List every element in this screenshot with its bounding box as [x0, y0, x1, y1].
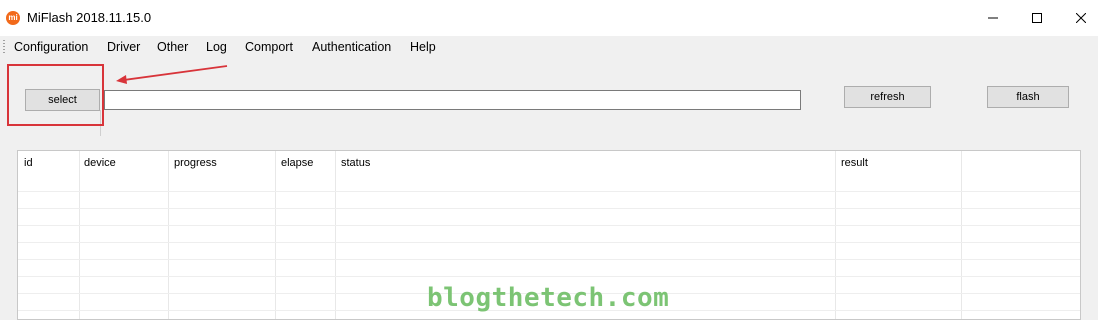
window-title: MiFlash 2018.11.15.0: [27, 10, 152, 25]
grid-column-divider: [168, 151, 169, 319]
flash-button[interactable]: flash: [987, 86, 1069, 108]
column-header-device[interactable]: device: [84, 157, 116, 169]
app-logo-icon: mi: [6, 11, 20, 25]
close-icon[interactable]: [1058, 0, 1098, 36]
table-row: [18, 259, 1080, 260]
menu-log[interactable]: Log: [206, 40, 227, 54]
column-header-id[interactable]: id: [24, 157, 33, 169]
column-header-result[interactable]: result: [841, 157, 868, 169]
table-row: [18, 208, 1080, 209]
menu-other[interactable]: Other: [157, 40, 188, 54]
annotation-arrow-icon: [116, 65, 228, 84]
menu-authentication[interactable]: Authentication: [312, 40, 391, 54]
title-bar: mi MiFlash 2018.11.15.0: [0, 0, 1098, 37]
table-row: [18, 242, 1080, 243]
maximize-icon[interactable]: [1014, 0, 1060, 36]
menu-grip: [3, 40, 5, 54]
grid-column-divider: [335, 151, 336, 319]
grid-column-divider: [275, 151, 276, 319]
grid-column-divider: [79, 151, 80, 319]
minimize-icon[interactable]: [970, 0, 1016, 36]
table-row: [18, 276, 1080, 277]
column-header-elapse[interactable]: elapse: [281, 157, 313, 169]
table-row: [18, 225, 1080, 226]
watermark-text: blogthetech.com: [427, 283, 670, 313]
table-row: [18, 191, 1080, 192]
menu-bar: Configuration Driver Other Log Comport A…: [0, 36, 1098, 58]
rom-path-input[interactable]: [104, 90, 801, 110]
column-header-progress[interactable]: progress: [174, 157, 217, 169]
menu-driver[interactable]: Driver: [107, 40, 140, 54]
annotation-highlight-box: [7, 64, 104, 126]
menu-help[interactable]: Help: [410, 40, 436, 54]
refresh-button[interactable]: refresh: [844, 86, 931, 108]
menu-comport[interactable]: Comport: [245, 40, 293, 54]
grid-column-divider: [835, 151, 836, 319]
grid-column-divider: [961, 151, 962, 319]
menu-configuration[interactable]: Configuration: [14, 40, 88, 54]
column-header-status[interactable]: status: [341, 157, 370, 169]
